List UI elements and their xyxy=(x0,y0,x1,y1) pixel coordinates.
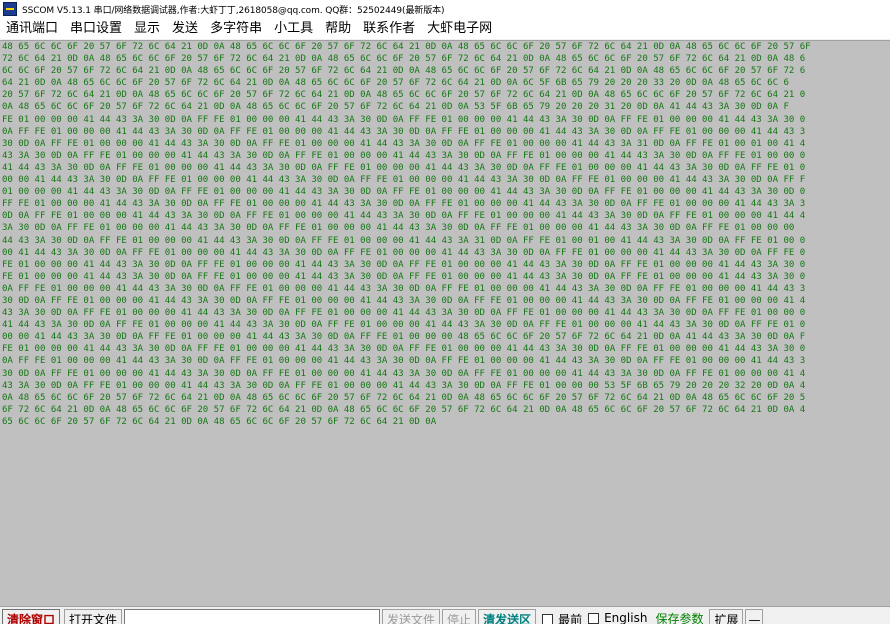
receive-hex-text: 48 65 6C 6C 6F 20 57 6F 72 6C 64 21 0D 0… xyxy=(2,42,811,427)
menu-contact-author[interactable]: 联系作者 xyxy=(357,18,421,39)
collapse-button[interactable]: — xyxy=(745,609,764,624)
bottom-toolbar: 清除窗口 打开文件 发送文件 停止 清发送区 最前 English 保存参数 扩… xyxy=(0,606,890,624)
menu-bar: 通讯端口 串口设置 显示 发送 多字符串 小工具 帮助 联系作者 大虾电子网 xyxy=(0,18,890,39)
menu-multi-string[interactable]: 多字符串 xyxy=(204,18,268,39)
send-file-button[interactable]: 发送文件 xyxy=(382,609,441,624)
clear-window-button[interactable]: 清除窗口 xyxy=(2,609,61,624)
stop-button[interactable]: 停止 xyxy=(442,609,477,624)
english-checkbox[interactable]: English xyxy=(588,611,647,624)
menu-comm-port[interactable]: 通讯端口 xyxy=(0,18,64,39)
menu-send[interactable]: 发送 xyxy=(166,18,204,39)
receive-data-area[interactable]: 48 65 6C 6C 6F 20 57 6F 72 6C 64 21 0D 0… xyxy=(0,40,890,606)
menu-daxia-website[interactable]: 大虾电子网 xyxy=(421,18,498,39)
window-title: SSCOM V5.13.1 串口/网络数据调试器,作者:大虾丁丁,2618058… xyxy=(22,5,445,16)
checkbox-box[interactable] xyxy=(542,614,554,624)
save-params-button[interactable]: 保存参数 xyxy=(651,609,708,624)
menu-tools[interactable]: 小工具 xyxy=(268,18,319,39)
file-path-input[interactable] xyxy=(124,609,381,624)
always-on-top-checkbox[interactable]: 最前 xyxy=(542,611,582,624)
menu-display[interactable]: 显示 xyxy=(128,18,166,39)
always-on-top-label: 最前 xyxy=(558,613,583,624)
english-label: English xyxy=(604,611,648,624)
title-bar: SSCOM V5.13.1 串口/网络数据调试器,作者:大虾丁丁,2618058… xyxy=(0,0,890,18)
open-file-button[interactable]: 打开文件 xyxy=(64,609,123,624)
checkbox-box[interactable] xyxy=(588,612,600,624)
clear-send-area-button[interactable]: 清发送区 xyxy=(478,609,537,624)
app-icon[interactable] xyxy=(3,2,17,16)
expand-button[interactable]: 扩展 xyxy=(709,609,744,624)
menu-help[interactable]: 帮助 xyxy=(319,18,357,39)
menu-serial-settings[interactable]: 串口设置 xyxy=(64,18,128,39)
